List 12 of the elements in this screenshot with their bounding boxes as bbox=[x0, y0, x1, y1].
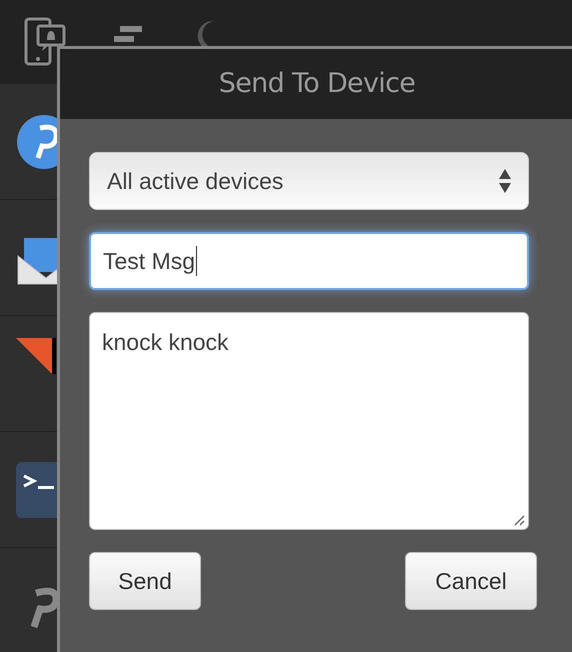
terminal-icon bbox=[16, 462, 57, 518]
device-notification-icon[interactable] bbox=[24, 17, 66, 67]
dialog-title: Send To Device bbox=[218, 66, 416, 101]
message-field[interactable]: knock knock bbox=[89, 312, 529, 530]
app-logo-icon bbox=[16, 114, 57, 170]
device-select[interactable]: All active devices bbox=[89, 152, 529, 210]
title-field[interactable]: Test Msg bbox=[89, 232, 529, 290]
send-button[interactable]: Send bbox=[89, 552, 201, 610]
cancel-button[interactable]: Cancel bbox=[405, 552, 537, 610]
select-arrows-icon bbox=[499, 169, 511, 193]
text-cursor bbox=[196, 246, 198, 276]
resize-handle-icon[interactable] bbox=[513, 514, 525, 526]
